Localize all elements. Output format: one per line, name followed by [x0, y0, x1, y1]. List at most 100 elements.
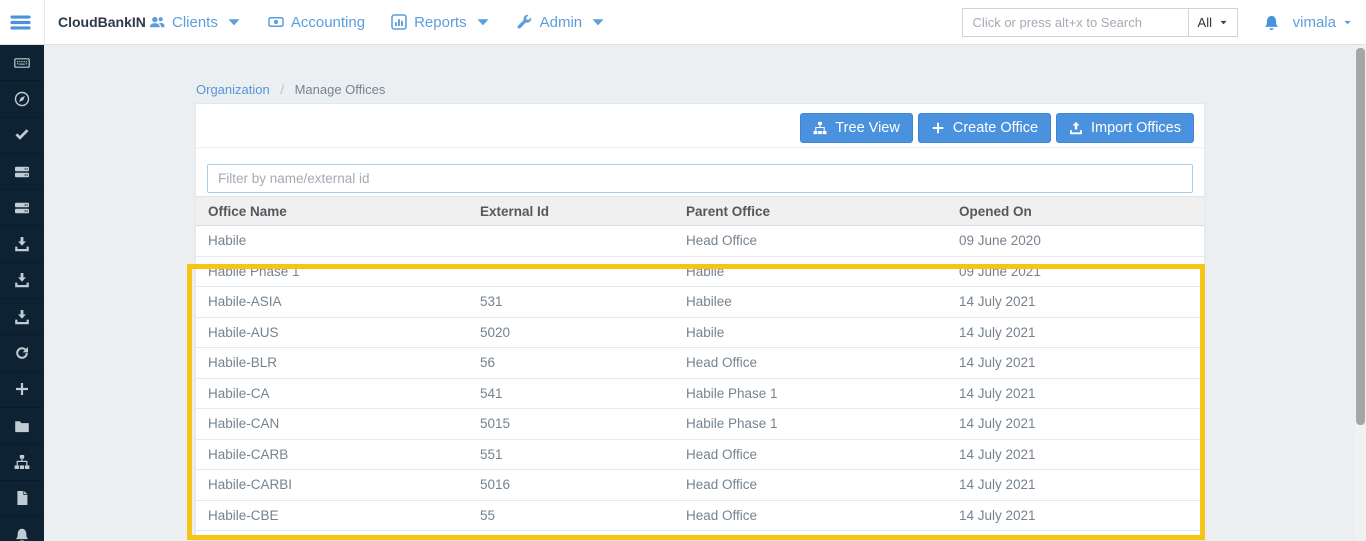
table-cell: 14 July 2021: [947, 500, 1204, 531]
plus-icon: [931, 121, 945, 135]
column-header: External Id: [468, 197, 674, 226]
column-header: Parent Office: [674, 197, 947, 226]
table-cell: 09 June 2020: [947, 226, 1204, 257]
table-cell: 14 July 2021: [947, 378, 1204, 409]
plus-icon: [14, 381, 30, 397]
menu-toggle-icon[interactable]: [9, 11, 32, 34]
sidebar-item-file[interactable]: [0, 481, 44, 517]
table-cell: 541: [468, 378, 674, 409]
sidebar-item-server[interactable]: [0, 154, 44, 190]
table-row[interactable]: Habile-CA541Habile Phase 114 July 2021: [196, 378, 1204, 409]
table-cell: Head Office: [674, 439, 947, 470]
sidebar-item-folder[interactable]: [0, 408, 44, 444]
user-menu[interactable]: vimala: [1293, 0, 1352, 44]
search-input[interactable]: [962, 8, 1188, 37]
sitemap-icon: [14, 454, 30, 470]
navbar-divider: [44, 0, 45, 44]
offices-table: Office NameExternal IdParent OfficeOpene…: [196, 196, 1204, 531]
table-cell: Habile-AUS: [196, 317, 468, 348]
table-cell: Habile Phase 1: [196, 256, 468, 287]
download-icon: [14, 309, 30, 325]
table-row[interactable]: Habile-CARBI5016Head Office14 July 2021: [196, 470, 1204, 501]
sidebar-item-check[interactable]: [0, 118, 44, 154]
table-row[interactable]: Habile Phase 1Habile09 June 2021: [196, 256, 1204, 287]
sidebar-item-server[interactable]: [0, 190, 44, 226]
table-cell: 551: [468, 439, 674, 470]
sidebar-item-plus[interactable]: [0, 372, 44, 408]
nav-item-label: Accounting: [291, 14, 365, 31]
username: vimala: [1293, 14, 1336, 31]
compass-icon: [14, 91, 30, 107]
table-cell: Habile Phase 1: [674, 409, 947, 440]
table-row[interactable]: Habile-CAN5015Habile Phase 114 July 2021: [196, 409, 1204, 440]
table-cell: [468, 256, 674, 287]
breadcrumb: Organization / Manage Offices: [196, 82, 385, 97]
bar-chart-icon: [391, 14, 407, 30]
table-cell: Habile: [674, 317, 947, 348]
tree-view-button[interactable]: Tree View: [800, 113, 912, 143]
table-cell: 14 July 2021: [947, 470, 1204, 501]
sidebar-item-download[interactable]: [0, 226, 44, 262]
table-row[interactable]: Habile-AUS5020Habile14 July 2021: [196, 317, 1204, 348]
table-cell: 14 July 2021: [947, 287, 1204, 318]
import-offices-button[interactable]: Import Offices: [1056, 113, 1194, 143]
filter-input[interactable]: [207, 164, 1193, 193]
sidebar-item-download[interactable]: [0, 263, 44, 299]
table-cell: Habile-ASIA: [196, 287, 468, 318]
table-cell: Habile-CBE: [196, 500, 468, 531]
sidebar-item-refresh[interactable]: [0, 335, 44, 371]
table-cell: 14 July 2021: [947, 317, 1204, 348]
sidebar-item-sitemap[interactable]: [0, 444, 44, 480]
table-row[interactable]: Habile Head Office09 June 2020: [196, 226, 1204, 257]
nav-item-accounting[interactable]: Accounting: [268, 14, 365, 31]
table-row[interactable]: Habile-ASIA531Habilee14 July 2021: [196, 287, 1204, 318]
table-row[interactable]: Habile-BLR56Head Office14 July 2021: [196, 348, 1204, 379]
nav-item-label: Admin: [540, 14, 583, 31]
caret-down-icon: [590, 14, 606, 30]
table-body: HabileHead Office09 June 2020Habile Phas…: [196, 226, 1204, 531]
table-cell: Habilee: [674, 287, 947, 318]
table-cell: Habile: [196, 226, 468, 257]
notifications-bell-icon[interactable]: [1263, 14, 1280, 31]
table-header-row: Office NameExternal IdParent OfficeOpene…: [196, 197, 1204, 226]
download-icon: [14, 272, 30, 288]
breadcrumb-current: Manage Offices: [295, 82, 386, 97]
sidebar-item-compass[interactable]: [0, 81, 44, 117]
bell-icon: [14, 527, 30, 541]
table-cell: 5016: [468, 470, 674, 501]
column-header: Opened On: [947, 197, 1204, 226]
breadcrumb-organization[interactable]: Organization: [196, 82, 270, 97]
upload-icon: [1069, 121, 1083, 135]
table-row[interactable]: Habile-CBE55Head Office14 July 2021: [196, 500, 1204, 531]
check-icon: [14, 127, 30, 143]
table-cell: 14 July 2021: [947, 439, 1204, 470]
caret-down-icon: [1343, 18, 1352, 27]
table-cell: Head Office: [674, 470, 947, 501]
search-scope-dropdown[interactable]: All: [1188, 8, 1238, 37]
nav-item-label: Reports: [414, 14, 467, 31]
scrollbar[interactable]: [1355, 45, 1366, 541]
brand-logo[interactable]: CloudBankIN: [58, 0, 146, 44]
caret-down-icon: [475, 14, 491, 30]
global-search: All: [962, 8, 1238, 37]
table-cell: 14 July 2021: [947, 409, 1204, 440]
nav-item-clients[interactable]: Clients: [149, 14, 242, 31]
sidebar-item-download[interactable]: [0, 299, 44, 335]
sidebar-item-keyboard[interactable]: [0, 45, 44, 81]
manage-offices-panel: Tree ViewCreate OfficeImport Offices Off…: [195, 103, 1205, 541]
nav-item-reports[interactable]: Reports: [391, 14, 491, 31]
table-cell: Head Office: [674, 500, 947, 531]
scrollbar-thumb[interactable]: [1356, 48, 1365, 425]
table-cell: Head Office: [674, 226, 947, 257]
users-icon: [149, 14, 165, 30]
sidebar-item-bell[interactable]: [0, 517, 44, 541]
nav-item-admin[interactable]: Admin: [517, 14, 607, 31]
refresh-icon: [14, 345, 30, 361]
table-row[interactable]: Habile-CARB551Head Office14 July 2021: [196, 439, 1204, 470]
table-cell: Habile: [674, 256, 947, 287]
table-cell: 531: [468, 287, 674, 318]
create-office-button[interactable]: Create Office: [918, 113, 1051, 143]
server-icon: [14, 164, 30, 180]
table-cell: Habile-CAN: [196, 409, 468, 440]
top-navbar: CloudBankIN Clients Accounting Reports Admi…: [0, 0, 1366, 45]
